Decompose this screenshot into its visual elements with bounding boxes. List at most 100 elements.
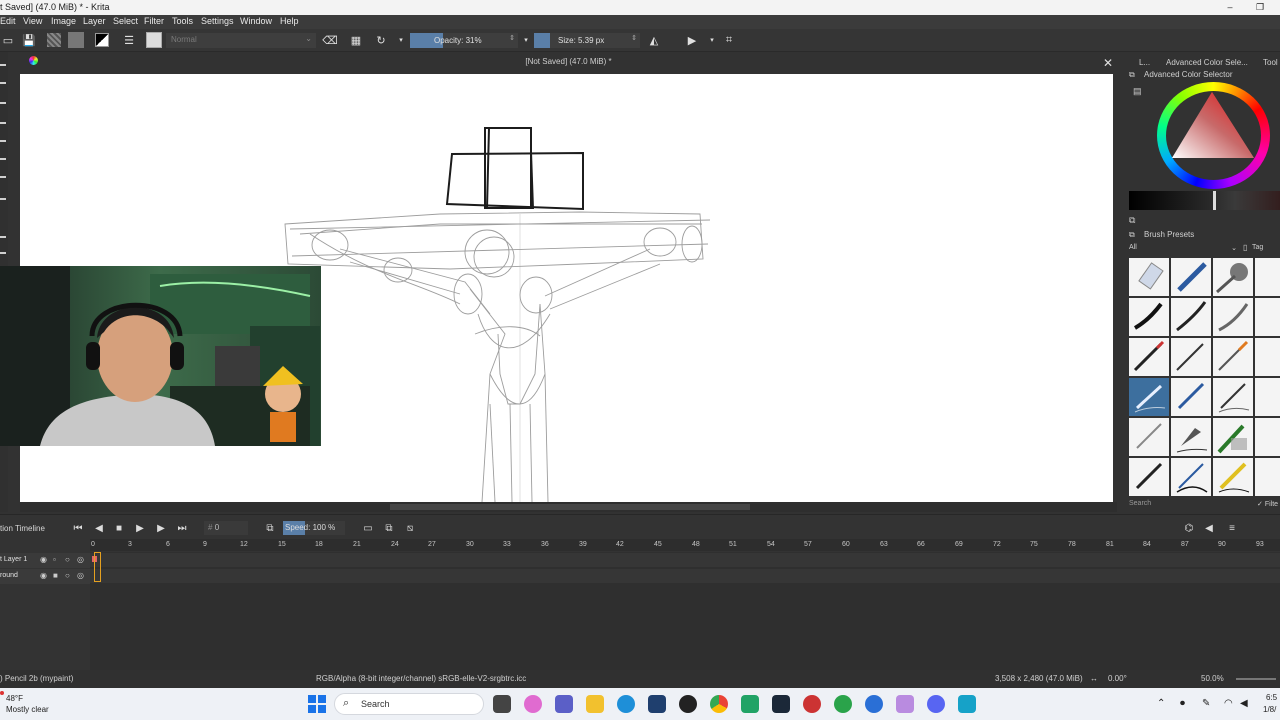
reload-preset-icon[interactable]: ↻ — [373, 32, 389, 48]
tag-icon[interactable]: ▯ — [1243, 243, 1247, 252]
opacity-dropdown-icon[interactable]: ▾ — [518, 32, 534, 48]
brush-preset[interactable] — [1255, 378, 1280, 416]
timeline-layer-row[interactable]: t Layer 1 ◉ ▫ ○ ◎ — [0, 553, 90, 568]
gradient-icon[interactable] — [46, 32, 62, 48]
weather-temperature[interactable]: 48°F — [6, 694, 23, 703]
mirror-dropdown-icon[interactable]: ▾ — [704, 32, 720, 48]
tag-label[interactable]: Tag — [1252, 244, 1263, 251]
reload-dropdown-icon[interactable]: ▾ — [393, 32, 409, 48]
weather-condition[interactable]: Mostly clear — [6, 705, 49, 714]
rotate-icon[interactable]: ↔ — [1090, 674, 1098, 683]
brush-preset-ink-pen[interactable] — [1129, 298, 1169, 336]
brush-preset[interactable] — [1255, 458, 1280, 496]
current-frame-input[interactable]: # 0 — [204, 521, 248, 535]
brush-preset-pen-nib[interactable] — [1171, 418, 1211, 456]
teams-icon[interactable] — [555, 695, 573, 713]
menu-tools[interactable]: Tools — [172, 16, 193, 26]
file-explorer-icon[interactable] — [586, 695, 604, 713]
menu-layer[interactable]: Layer — [83, 16, 106, 26]
opacity-spin-icon[interactable]: ⇕ — [509, 34, 515, 42]
size-slider[interactable]: Size: 5.39 px ⇕ — [534, 33, 640, 48]
tool-icon[interactable] — [0, 122, 6, 124]
menu-filter[interactable]: Filter — [144, 16, 164, 26]
restore-button[interactable]: ❐ — [1240, 0, 1280, 15]
blend-mode-select[interactable]: Normal ⌄ — [166, 33, 316, 48]
playhead[interactable] — [94, 552, 101, 582]
taskbar-search[interactable]: ⌕ Search — [334, 693, 484, 715]
eye-icon[interactable]: ◉ — [40, 571, 47, 580]
menu-icon[interactable]: ≡ — [1225, 521, 1239, 535]
brush-preset-calligraphy[interactable] — [1171, 458, 1211, 496]
tool-icon[interactable] — [0, 140, 6, 142]
tool-icon[interactable] — [0, 102, 6, 104]
frame-row[interactable] — [90, 553, 1280, 567]
lock-icon[interactable]: ■ — [53, 571, 58, 580]
onion-icon[interactable]: ○ — [65, 555, 70, 564]
brush-preset-icon[interactable] — [146, 32, 162, 48]
tab-tool-options[interactable]: Tool — [1263, 58, 1278, 67]
volume-icon[interactable]: ◀ — [1240, 698, 1248, 709]
brush-preset-red-pen[interactable] — [1129, 338, 1169, 376]
tab-layers[interactable]: L... — [1139, 58, 1150, 67]
volume-icon[interactable]: ◀ — [1202, 521, 1216, 535]
menu-select[interactable]: Select — [113, 16, 138, 26]
brush-filter-checkbox[interactable]: ✓ Filte — [1257, 500, 1278, 508]
task-view-icon[interactable] — [493, 695, 511, 713]
pin-icon[interactable]: ◎ — [77, 555, 84, 564]
chrome-profile-icon[interactable] — [834, 695, 852, 713]
menu-help[interactable]: Help — [280, 16, 299, 26]
krita-icon[interactable] — [896, 695, 914, 713]
tool-icon[interactable] — [0, 158, 6, 160]
panel-float-icon[interactable]: ⧉ — [1129, 230, 1135, 240]
brush-preset[interactable] — [1255, 258, 1280, 296]
menu-image[interactable]: Image — [51, 16, 76, 26]
brush-preset-fineliner[interactable] — [1171, 338, 1211, 376]
obs-icon[interactable] — [803, 695, 821, 713]
status-zoom[interactable]: 50.0% — [1201, 674, 1224, 683]
tray-overflow-icon[interactable]: ⌃ — [1157, 698, 1165, 709]
menu-window[interactable]: Window — [240, 16, 272, 26]
close-icon[interactable]: ✕ — [1103, 56, 1113, 70]
menu-settings[interactable]: Settings — [201, 16, 234, 26]
frames-grid[interactable] — [90, 552, 1280, 670]
brush-preset-marker[interactable] — [1213, 298, 1253, 336]
panel-float-icon[interactable]: ⧉ — [1129, 70, 1135, 80]
color-settings-icon[interactable]: ▤ — [1133, 86, 1142, 97]
brush-settings-icon[interactable]: ☰ — [121, 32, 137, 48]
tool-icon[interactable] — [0, 82, 6, 84]
next-frame-icon[interactable]: ▶ — [154, 521, 168, 535]
tool-icon[interactable] — [0, 64, 6, 66]
play-icon[interactable]: ▶ — [133, 521, 147, 535]
brush-preset-sketch[interactable] — [1129, 418, 1169, 456]
onion-icon[interactable]: ○ — [65, 571, 70, 580]
prev-frame-icon[interactable]: ◀ — [92, 521, 106, 535]
pin-icon[interactable]: ⌬ — [1182, 521, 1196, 535]
tab-advanced-color-selector[interactable]: Advanced Color Sele... — [1166, 58, 1248, 67]
brush-preset-texture[interactable] — [1213, 418, 1253, 456]
audio-icon[interactable]: ⧉ — [382, 521, 396, 535]
first-frame-icon[interactable]: ⏮ — [71, 521, 85, 535]
document-tab[interactable]: [Not Saved] (47.0 MiB) * — [20, 57, 1117, 66]
brush-preset-blue-pen[interactable] — [1171, 258, 1211, 296]
stop-icon[interactable]: ■ — [112, 521, 126, 535]
save-icon[interactable]: 💾 — [21, 32, 37, 48]
tool-icon[interactable] — [0, 252, 6, 254]
speed-slider[interactable]: Speed: 100 % — [283, 521, 345, 535]
menu-view[interactable]: View — [23, 16, 42, 26]
dell-icon[interactable] — [679, 695, 697, 713]
brush-preset-pencil-2b-selected[interactable] — [1129, 378, 1169, 416]
mirror-vertical-icon[interactable]: ▶ — [684, 32, 700, 48]
zoom-slider[interactable] — [1236, 678, 1276, 680]
wifi-icon[interactable]: ◠ — [1224, 698, 1233, 709]
app-icon[interactable] — [865, 695, 883, 713]
eye-icon[interactable]: ◉ — [40, 555, 47, 564]
onion-skin-icon[interactable]: ▭ — [361, 521, 375, 535]
brush-filter-select[interactable]: All ⌄ — [1129, 244, 1237, 255]
last-frame-icon[interactable]: ⏭ — [175, 521, 189, 535]
wrap-around-icon[interactable]: ⌗ — [721, 32, 737, 48]
chrome-icon[interactable] — [710, 695, 728, 713]
settings-icon[interactable]: ⧅ — [403, 521, 417, 535]
clock-time[interactable]: 6:5 — [1266, 693, 1277, 702]
tool-icon[interactable] — [0, 176, 6, 178]
edge-icon[interactable] — [617, 695, 635, 713]
